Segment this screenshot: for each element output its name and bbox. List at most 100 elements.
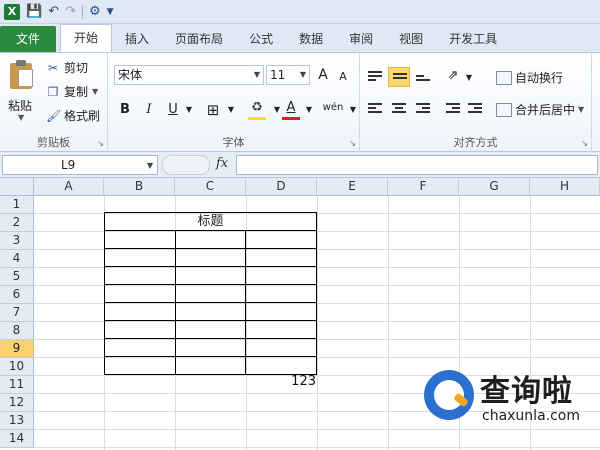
tab-developer[interactable]: 开发工具 [436, 26, 510, 52]
table-cell[interactable] [174, 302, 247, 321]
tab-review[interactable]: 审阅 [336, 26, 386, 52]
save-icon[interactable]: 💾 [26, 4, 42, 20]
table-cell[interactable] [245, 338, 317, 357]
dialog-launcher-icon[interactable]: ↘ [581, 139, 588, 148]
grow-font-button[interactable]: A [314, 66, 332, 84]
table-cell[interactable] [174, 356, 247, 375]
table-cell[interactable] [245, 266, 317, 285]
chevron-down-icon[interactable]: ▼ [92, 87, 98, 96]
phonetic-guide-button[interactable]: wén [320, 99, 346, 117]
column-header-g[interactable]: G [459, 178, 530, 196]
table-cell[interactable] [174, 230, 247, 249]
chevron-down-icon[interactable]: ▼ [147, 157, 153, 175]
row-header-9[interactable]: 9 [0, 340, 34, 358]
align-center-button[interactable] [388, 99, 410, 119]
tab-file[interactable]: 文件 [0, 26, 57, 52]
chevron-down-icon[interactable]: ▼ [222, 101, 240, 119]
table-cell[interactable] [174, 248, 247, 267]
name-box[interactable]: L9 ▼ [2, 155, 158, 175]
chevron-down-icon[interactable]: ▼ [180, 101, 198, 119]
row-header-5[interactable]: 5 [0, 268, 34, 286]
table-cell[interactable] [104, 320, 176, 339]
undo-icon[interactable]: ↶ [48, 4, 59, 20]
align-top-button[interactable] [364, 67, 386, 87]
cut-button[interactable]: ✂ 剪切 [46, 59, 88, 76]
row-header-3[interactable]: 3 [0, 232, 34, 250]
column-header-d[interactable]: D [246, 178, 317, 196]
paste-icon[interactable] [10, 59, 34, 89]
table-cell[interactable] [245, 302, 317, 321]
table-cell[interactable] [104, 338, 176, 357]
chevron-down-icon[interactable]: ▼ [300, 101, 318, 119]
row-header-10[interactable]: 10 [0, 358, 34, 376]
column-header-c[interactable]: C [175, 178, 246, 196]
redo-icon[interactable]: ↷ [65, 4, 76, 20]
table-cell[interactable] [104, 266, 176, 285]
row-header-7[interactable]: 7 [0, 304, 34, 322]
table-cell[interactable] [245, 284, 317, 303]
wrap-text-button[interactable]: 自动换行 [496, 69, 563, 86]
dialog-launcher-icon[interactable]: ↘ [349, 139, 356, 148]
tab-insert[interactable]: 插入 [112, 26, 162, 52]
table-cell[interactable] [174, 284, 247, 303]
align-left-button[interactable] [364, 99, 386, 119]
table-cell[interactable] [245, 320, 317, 339]
table-cell[interactable] [245, 230, 317, 249]
table-cell[interactable] [104, 302, 176, 321]
cell-d11-value[interactable]: 123 [246, 374, 316, 389]
column-header-a[interactable]: A [34, 178, 104, 196]
table-cell[interactable] [174, 320, 247, 339]
column-header-b[interactable]: B [104, 178, 175, 196]
borders-icon[interactable]: ⊞ [204, 101, 222, 119]
font-name-select[interactable]: 宋体 ▼ [114, 65, 264, 85]
table-cell[interactable] [104, 284, 176, 303]
excel-app-icon[interactable]: X [4, 3, 20, 20]
tab-formulas[interactable]: 公式 [236, 26, 286, 52]
title-cell[interactable]: 标题 [104, 212, 317, 231]
select-all-corner[interactable] [0, 178, 34, 196]
format-painter-button[interactable]: 🖌 格式刷 [46, 107, 100, 124]
table-cell[interactable] [104, 356, 176, 375]
table-cell[interactable] [245, 248, 317, 267]
tab-home[interactable]: 开始 [60, 24, 113, 52]
italic-button[interactable]: I [140, 101, 158, 119]
align-right-button[interactable] [412, 99, 434, 119]
table-cell[interactable] [174, 266, 247, 285]
row-header-14[interactable]: 14 [0, 430, 34, 448]
table-cell[interactable] [104, 248, 176, 267]
row-header-4[interactable]: 4 [0, 250, 34, 268]
merge-center-button[interactable]: 合并后居中 ▼ [496, 101, 584, 118]
column-header-e[interactable]: E [317, 178, 388, 196]
chevron-down-icon[interactable]: ▼ [107, 4, 114, 20]
row-header-6[interactable]: 6 [0, 286, 34, 304]
table-cell[interactable] [174, 338, 247, 357]
font-size-select[interactable]: 11 ▼ [266, 65, 310, 85]
insert-function-icon[interactable]: fx [216, 156, 228, 171]
align-bottom-button[interactable] [412, 67, 434, 87]
align-middle-button[interactable] [388, 67, 410, 87]
row-header-8[interactable]: 8 [0, 322, 34, 340]
row-header-12[interactable]: 12 [0, 394, 34, 412]
formula-input[interactable] [236, 155, 598, 175]
row-header-11[interactable]: 11 [0, 376, 34, 394]
bold-button[interactable]: B [116, 101, 134, 119]
font-color-button[interactable]: A [282, 99, 300, 117]
column-header-h[interactable]: H [530, 178, 600, 196]
table-cell[interactable] [104, 230, 176, 249]
increase-indent-button[interactable] [464, 99, 486, 119]
tab-data[interactable]: 数据 [286, 26, 336, 52]
chevron-down-icon[interactable]: ▼ [578, 105, 584, 114]
chevron-down-icon[interactable]: ▼ [18, 113, 24, 122]
copy-button[interactable]: ❐ 复制 ▼ [46, 83, 99, 100]
customize-icon[interactable]: ⚙ [89, 4, 101, 20]
row-header-2[interactable]: 2 [0, 214, 34, 232]
dialog-launcher-icon[interactable]: ↘ [97, 139, 104, 148]
fill-color-icon[interactable]: ♻ [248, 99, 266, 117]
paste-button[interactable]: 粘贴 [8, 97, 32, 114]
decrease-indent-button[interactable] [442, 99, 464, 119]
row-header-13[interactable]: 13 [0, 412, 34, 430]
table-cell[interactable] [245, 356, 317, 375]
tab-page-layout[interactable]: 页面布局 [162, 26, 236, 52]
tab-view[interactable]: 视图 [386, 26, 436, 52]
row-header-1[interactable]: 1 [0, 196, 34, 214]
